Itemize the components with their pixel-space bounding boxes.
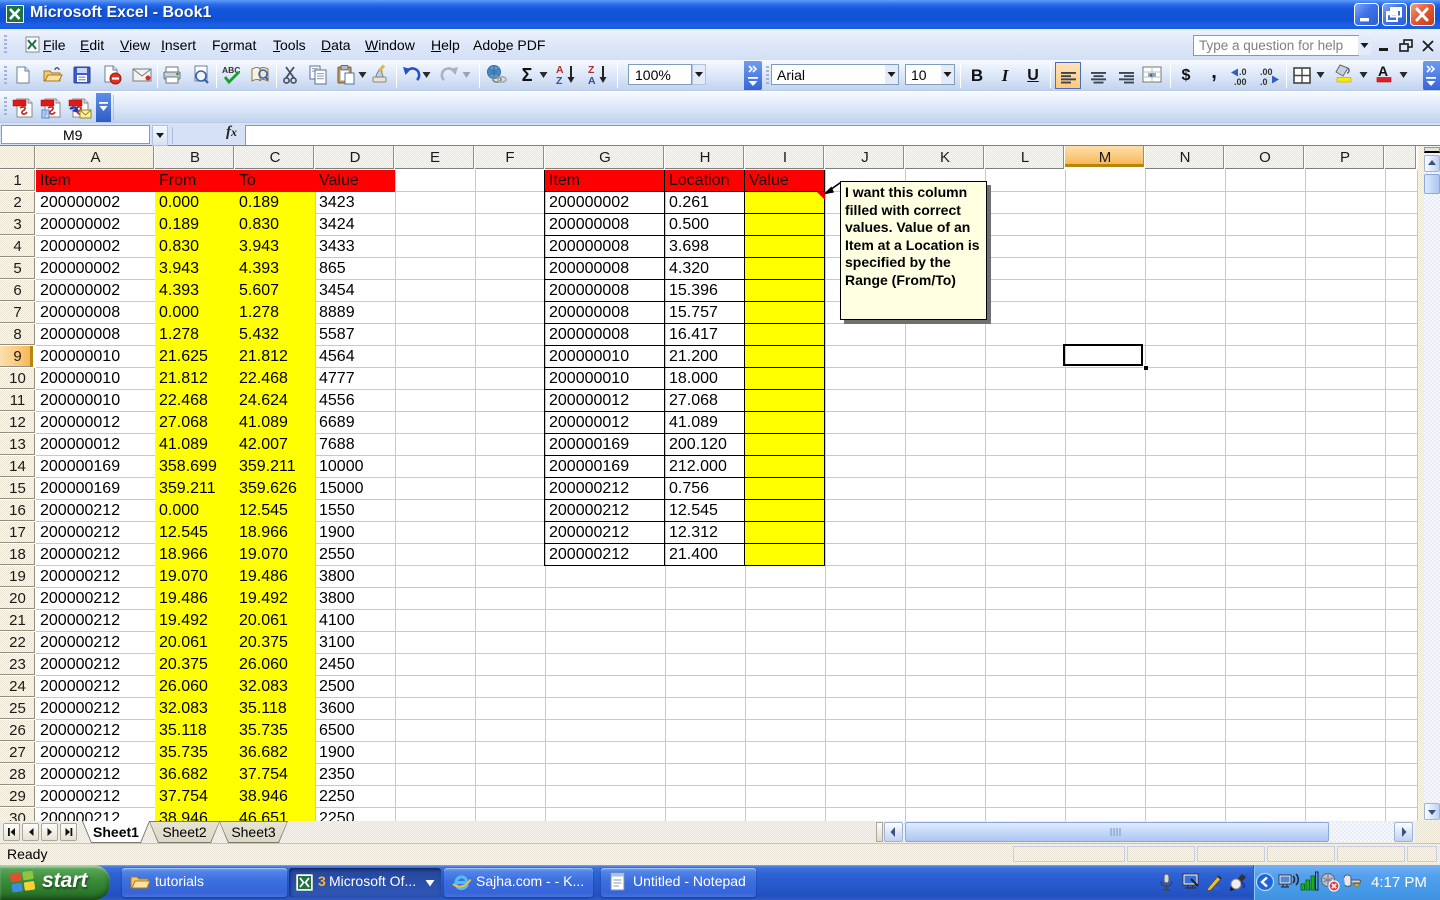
svg-text:A: A bbox=[1378, 63, 1388, 79]
svg-text:.0: .0 bbox=[1260, 77, 1268, 87]
svg-text:Z: Z bbox=[556, 75, 563, 86]
svg-text:.00: .00 bbox=[1234, 77, 1247, 87]
svg-text:A: A bbox=[588, 75, 596, 86]
svg-text:.00: .00 bbox=[1260, 67, 1273, 77]
svg-text:.0: .0 bbox=[1239, 67, 1247, 77]
